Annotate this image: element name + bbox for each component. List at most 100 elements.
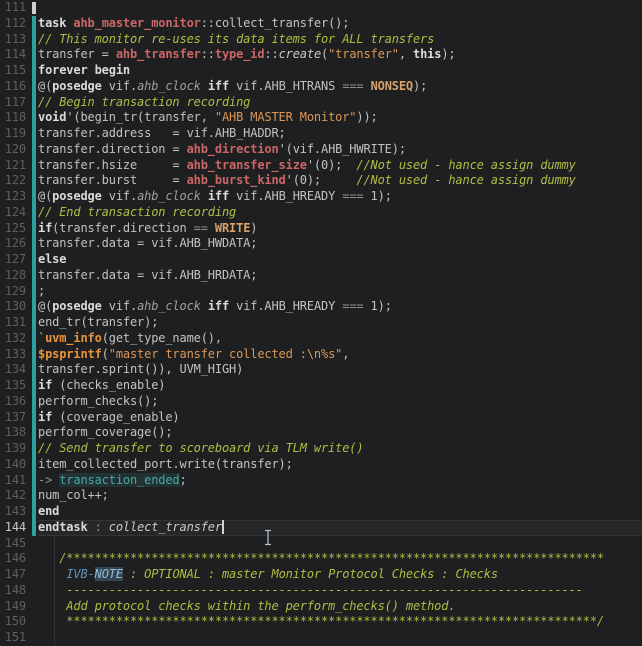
- code-line[interactable]: 117// Begin transaction recording: [0, 95, 642, 111]
- line-number[interactable]: 126: [5, 236, 26, 252]
- line-number[interactable]: 135: [5, 378, 26, 394]
- line-number[interactable]: 142: [5, 488, 26, 504]
- gutter[interactable]: 144: [0, 520, 38, 536]
- gutter[interactable]: 131: [0, 315, 38, 331]
- code-line[interactable]: 129;: [0, 284, 642, 300]
- line-number[interactable]: 133: [5, 347, 26, 363]
- code-line[interactable]: 137if (coverage_enable): [0, 410, 642, 426]
- line-number[interactable]: 141: [5, 473, 26, 489]
- gutter[interactable]: 145: [0, 536, 38, 552]
- line-number[interactable]: 146: [5, 551, 26, 567]
- line-number[interactable]: 130: [5, 299, 26, 315]
- code-line[interactable]: 140item_collected_port.write(transfer);: [0, 457, 642, 473]
- gutter[interactable]: 146: [0, 551, 38, 567]
- line-number[interactable]: 134: [5, 362, 26, 378]
- gutter[interactable]: 143: [0, 504, 38, 520]
- gutter[interactable]: 133: [0, 347, 38, 363]
- code-line[interactable]: 126transfer.data = vif.AHB_HWDATA;: [0, 236, 642, 252]
- code-line[interactable]: 111: [0, 0, 642, 16]
- gutter[interactable]: 132: [0, 331, 38, 347]
- code-line[interactable]: 150 ************************************…: [0, 614, 642, 630]
- gutter[interactable]: 117: [0, 95, 38, 111]
- code-line[interactable]: 128transfer.data = vif.AHB_HRDATA;: [0, 268, 642, 284]
- gutter[interactable]: 139: [0, 441, 38, 457]
- code-line[interactable]: 115forever begin: [0, 63, 642, 79]
- line-number[interactable]: 117: [5, 95, 26, 111]
- code-line[interactable]: 144endtask : collect_transfer: [0, 520, 642, 536]
- gutter[interactable]: 127: [0, 252, 38, 268]
- code-line[interactable]: 116@(posedge vif.ahb_clock iff vif.AHB_H…: [0, 79, 642, 95]
- code-line[interactable]: 149 Add protocol checks within the perfo…: [0, 599, 642, 615]
- code-line[interactable]: 125if(transfer.direction == WRITE): [0, 221, 642, 237]
- code-line[interactable]: 120transfer.direction = ahb_direction'(v…: [0, 142, 642, 158]
- gutter[interactable]: 115: [0, 63, 38, 79]
- gutter[interactable]: 148: [0, 583, 38, 599]
- code-editor[interactable]: 111112task ahb_master_monitor::collect_t…: [0, 0, 642, 646]
- code-line[interactable]: 113// This monitor re-uses its data item…: [0, 32, 642, 48]
- gutter[interactable]: 112: [0, 16, 38, 32]
- gutter[interactable]: 126: [0, 236, 38, 252]
- gutter[interactable]: 123: [0, 189, 38, 205]
- line-number[interactable]: 148: [5, 583, 26, 599]
- line-number[interactable]: 145: [5, 536, 26, 552]
- line-number[interactable]: 127: [5, 252, 26, 268]
- code-line[interactable]: 127else: [0, 252, 642, 268]
- gutter[interactable]: 114: [0, 47, 38, 63]
- code-line[interactable]: 131end_tr(transfer);: [0, 315, 642, 331]
- gutter[interactable]: 116: [0, 79, 38, 95]
- code-line[interactable]: 139// Send transfer to scoreboard via TL…: [0, 441, 642, 457]
- gutter[interactable]: 121: [0, 158, 38, 174]
- line-number[interactable]: 140: [5, 457, 26, 473]
- code-line[interactable]: 142num_col++;: [0, 488, 642, 504]
- line-number[interactable]: 115: [5, 63, 26, 79]
- code-line[interactable]: 130@(posedge vif.ahb_clock iff vif.AHB_H…: [0, 299, 642, 315]
- code-line[interactable]: 122transfer.burst = ahb_burst_kind'(0); …: [0, 173, 642, 189]
- code-line[interactable]: 147 IVB-NOTE : OPTIONAL : master Monitor…: [0, 567, 642, 583]
- line-number[interactable]: 149: [5, 599, 26, 615]
- line-number[interactable]: 125: [5, 221, 26, 237]
- gutter[interactable]: 129: [0, 284, 38, 300]
- code-line[interactable]: 141-> transaction_ended;: [0, 473, 642, 489]
- code-line[interactable]: 121transfer.hsize = ahb_transfer_size'(0…: [0, 158, 642, 174]
- line-number[interactable]: 151: [5, 630, 26, 646]
- line-number[interactable]: 147: [5, 567, 26, 583]
- line-number[interactable]: 129: [5, 284, 26, 300]
- code-line[interactable]: 119transfer.address = vif.AHB_HADDR;: [0, 126, 642, 142]
- code-line[interactable]: 143end: [0, 504, 642, 520]
- code-line[interactable]: 132`uvm_info(get_type_name(),: [0, 331, 642, 347]
- gutter[interactable]: 149: [0, 599, 38, 615]
- code-line[interactable]: 136perform_checks();: [0, 394, 642, 410]
- line-number[interactable]: 114: [5, 47, 26, 63]
- gutter[interactable]: 141: [0, 473, 38, 489]
- gutter[interactable]: 118: [0, 110, 38, 126]
- gutter[interactable]: 147: [0, 567, 38, 583]
- gutter[interactable]: 119: [0, 126, 38, 142]
- code-line[interactable]: 133$psprintf("master transfer collected …: [0, 347, 642, 363]
- line-number[interactable]: 121: [5, 158, 26, 174]
- gutter[interactable]: 130: [0, 299, 38, 315]
- gutter[interactable]: 120: [0, 142, 38, 158]
- gutter[interactable]: 135: [0, 378, 38, 394]
- gutter[interactable]: 111: [0, 0, 38, 16]
- line-number[interactable]: 111: [5, 0, 26, 16]
- line-number[interactable]: 124: [5, 205, 26, 221]
- line-number[interactable]: 112: [5, 16, 26, 32]
- gutter[interactable]: 125: [0, 221, 38, 237]
- gutter[interactable]: 142: [0, 488, 38, 504]
- line-number[interactable]: 132: [5, 331, 26, 347]
- gutter[interactable]: 122: [0, 173, 38, 189]
- gutter[interactable]: 136: [0, 394, 38, 410]
- line-number[interactable]: 137: [5, 410, 26, 426]
- line-number[interactable]: 144: [5, 520, 26, 536]
- line-number[interactable]: 116: [5, 79, 26, 95]
- line-number[interactable]: 138: [5, 425, 26, 441]
- line-number[interactable]: 150: [5, 614, 26, 630]
- line-number[interactable]: 136: [5, 394, 26, 410]
- code-line[interactable]: 151: [0, 630, 642, 646]
- line-number[interactable]: 139: [5, 441, 26, 457]
- gutter[interactable]: 134: [0, 362, 38, 378]
- gutter[interactable]: 150: [0, 614, 38, 630]
- gutter[interactable]: 138: [0, 425, 38, 441]
- gutter[interactable]: 128: [0, 268, 38, 284]
- code-line[interactable]: 134transfer.sprint()), UVM_HIGH): [0, 362, 642, 378]
